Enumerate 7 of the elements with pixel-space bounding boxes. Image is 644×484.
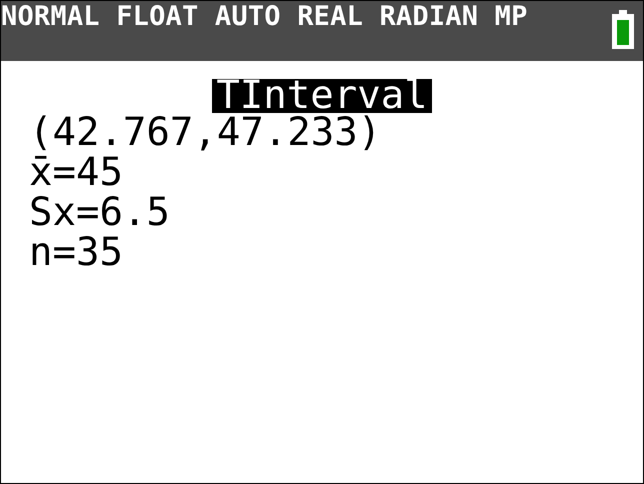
screen-title: TInterval <box>212 79 432 113</box>
result-line: x̄=45 <box>29 153 123 193</box>
result-line: (42.767,47.233) <box>29 113 382 153</box>
battery-icon <box>611 10 635 50</box>
status-text: NORMAL FLOAT AUTO REAL RADIAN MP <box>1 1 528 33</box>
result-line: Sx=6.5 <box>29 193 171 233</box>
result-line: n=35 <box>29 233 124 273</box>
